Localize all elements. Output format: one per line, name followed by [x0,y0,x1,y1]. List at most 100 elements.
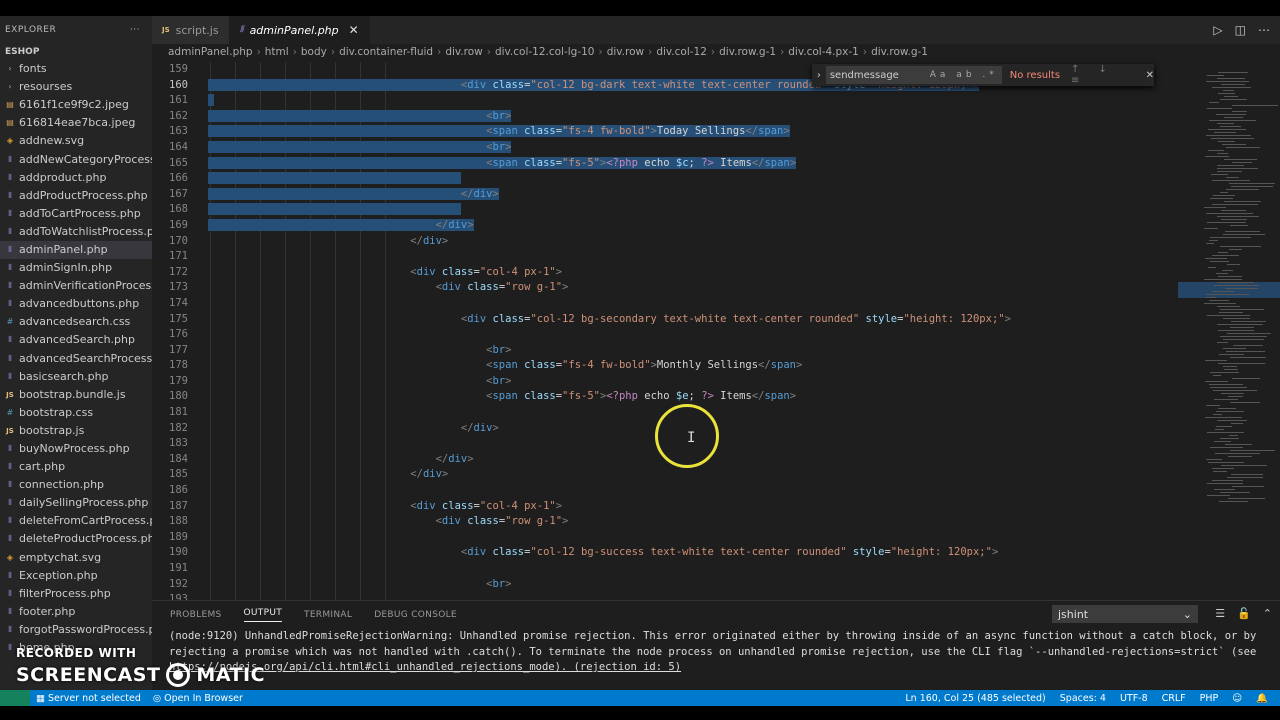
find-options-icons[interactable]: Aa ab .* [930,70,998,80]
minimap[interactable] [1174,62,1280,600]
panel-tab[interactable]: DEBUG CONSOLE [374,610,457,620]
file-item[interactable]: ⦀ advancedSearch.php [0,331,152,349]
panel-tab[interactable]: OUTPUT [243,608,283,622]
output-channel-select[interactable]: jshint ⌄ [1052,605,1198,623]
feedback-icon[interactable]: ☺ [1232,693,1242,704]
more-actions-icon[interactable]: ··· [130,25,140,35]
file-item[interactable]: ⦀ footer.php [0,603,152,621]
find-navigation-icons[interactable]: ↑ ↓ ≡ [1071,64,1142,86]
breadcrumb-item[interactable]: div.row.g-1 [871,46,928,58]
image-file-icon: ▤ [6,118,14,128]
file-item[interactable]: # bootstrap.css [0,404,152,422]
chevron-right-icon: › [598,46,603,58]
remote-indicator[interactable] [0,690,30,706]
file-item[interactable]: ⦀ adminVerificationProcess.p... [0,277,152,295]
server-status[interactable]: ▦ Server not selected [36,693,141,704]
file-item[interactable]: ⦀ addproduct.php [0,169,152,187]
file-item[interactable]: ⦀ forgotPasswordProcess.php [0,621,152,639]
tab-script-js[interactable]: JS script.js [152,16,230,44]
breadcrumb-item[interactable]: div.row.g-1 [719,46,776,58]
code-editor[interactable]: 159 160 161 162 163 164 165 166 167 168 169 170 171 1… [152,62,1174,600]
line-number: 182 [169,421,188,434]
run-icon[interactable]: ▷ [1213,23,1222,37]
file-label: advancedSearch.php [19,333,135,347]
line-number: 189 [169,530,188,543]
breadcrumb-item[interactable]: html [265,46,289,58]
encoding[interactable]: UTF-8 [1120,693,1148,704]
file-item[interactable]: ⦀ connection.php [0,476,152,494]
file-item[interactable]: ⦀ dailySellingProcess.php [0,494,152,512]
language-mode[interactable]: PHP [1200,693,1219,704]
minimap-line [1230,225,1248,226]
line-number: 179 [169,374,188,387]
minimap-line [1204,279,1242,280]
file-item[interactable]: ▤ 616814eae7bca.jpeg [0,114,152,132]
file-item[interactable]: ◈ emptychat.svg [0,549,152,567]
file-item[interactable]: ⦀ advancedSearchProcess.php [0,350,152,368]
file-label: buyNowProcess.php [19,442,130,456]
breadcrumb-item[interactable]: div.container-fluid [339,46,433,58]
clear-output-icon[interactable]: ☰ [1215,607,1225,620]
file-item[interactable]: › resourses [0,78,152,96]
close-icon[interactable]: ✕ [1146,70,1154,81]
project-folder[interactable]: ESHOP [0,44,152,60]
file-item[interactable]: JS bootstrap.bundle.js [0,386,152,404]
split-editor-icon[interactable]: ◫ [1235,23,1246,37]
minimap-line [1227,477,1263,478]
file-label: addProductProcess.php [19,188,148,202]
panel-tab[interactable]: PROBLEMS [170,610,222,620]
end-of-line[interactable]: CRLF [1162,693,1186,704]
breadcrumb-item[interactable]: div.col-4.px-1 [788,46,859,58]
file-item[interactable]: ⦀ adminSignIn.php [0,259,152,277]
close-icon[interactable]: ✕ [349,23,359,37]
file-item[interactable]: ⦀ Exception.php [0,567,152,585]
minimap-line [1214,132,1236,133]
file-item[interactable]: ⦀ advancedbuttons.php [0,295,152,313]
more-icon[interactable]: ⋯ [1258,23,1270,37]
file-item[interactable]: ⦀ cart.php [0,458,152,476]
file-item[interactable]: ⦀ adminPanel.php [0,240,152,260]
panel-tab[interactable]: TERMINAL [304,610,352,620]
file-item[interactable]: # advancedsearch.css [0,313,152,331]
php-file-icon: ⦀ [8,624,12,634]
file-item[interactable]: ⦀ basicsearch.php [0,368,152,386]
file-label: addNewCategoryProcess.p... [19,152,152,166]
open-in-browser[interactable]: ◎ Open In Browser [153,693,243,704]
breadcrumb-item[interactable]: div.col-12 [656,46,707,58]
minimap-line [1232,111,1247,112]
bell-icon[interactable]: 🔔 [1256,693,1268,704]
file-item[interactable]: › fonts [0,60,152,78]
minimap-line [1209,300,1229,301]
tab-adminpanel-php[interactable]: ⦀ adminPanel.php ✕ [229,16,370,44]
maximize-icon[interactable]: ⌃ [1263,607,1272,620]
chevron-right-icon[interactable]: › [812,70,826,81]
line-number: 183 [169,437,188,450]
cursor-position[interactable]: Ln 160, Col 25 (485 selected) [905,693,1045,704]
breadcrumb-item[interactable]: body [301,46,327,58]
breadcrumb-item[interactable]: div.row [445,46,482,58]
breadcrumb-item[interactable]: adminPanel.php [168,46,253,58]
file-item[interactable]: ⦀ buyNowProcess.php [0,440,152,458]
minimap-line [1229,435,1238,436]
file-label: adminPanel.php [19,242,108,256]
breadcrumb-item[interactable]: div.row [607,46,644,58]
lock-icon[interactable]: 🔓 [1237,607,1251,620]
breadcrumb-item[interactable]: div.col-12.col-lg-10 [495,46,595,58]
file-item[interactable]: ⦀ addToCartProcess.php [0,205,152,223]
indentation[interactable]: Spaces: 4 [1060,693,1106,704]
file-item[interactable]: ▤ 6161f1ce9f9c2.jpeg [0,96,152,114]
file-item[interactable]: ⦀ deleteFromCartProcess.php [0,512,152,530]
file-item[interactable]: ⦀ filterProcess.php [0,585,152,603]
file-item[interactable]: ⦀ addProductProcess.php [0,187,152,205]
minimap-line [1224,96,1238,97]
file-item[interactable]: ◈ addnew.svg [0,132,152,150]
code-line: <br> [486,374,512,387]
file-item[interactable]: JS bootstrap.js [0,422,152,440]
php-file-icon: ⦀ [8,570,12,580]
file-item[interactable]: ⦀ addToWatchlistProcess.php [0,223,152,241]
minimap-line [1204,207,1226,208]
find-input[interactable]: sendmessage Aa ab .* [825,66,1002,84]
minimap-line [1221,465,1267,466]
file-item[interactable]: ⦀ addNewCategoryProcess.p... [0,150,152,168]
file-item[interactable]: ⦀ deleteProductProcess.php [0,530,152,548]
